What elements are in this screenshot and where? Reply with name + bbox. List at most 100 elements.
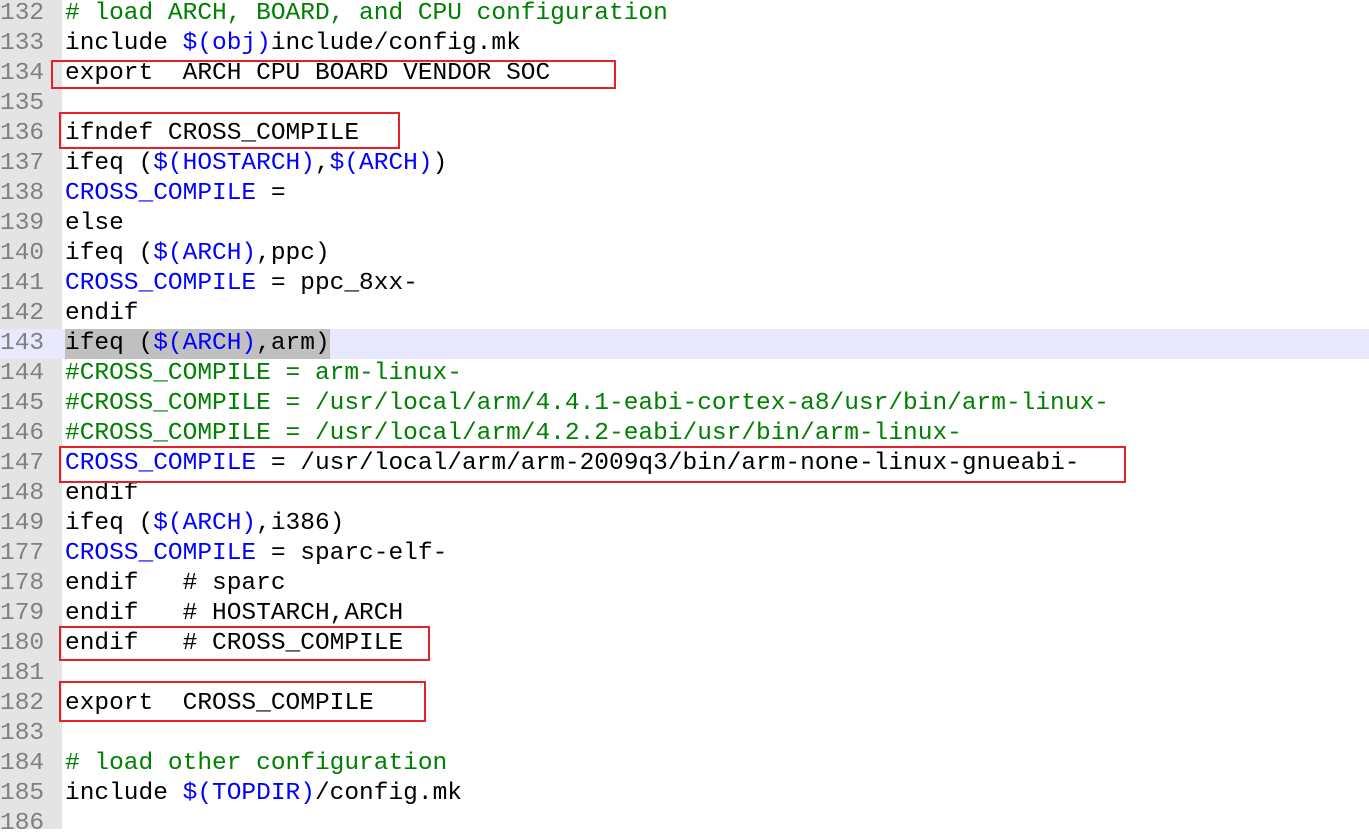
code-line[interactable]: 140 ifeq ($(ARCH),ppc) [0,239,1369,269]
code-text: export ARCH CPU BOARD VENDOR SOC [65,59,550,89]
text-token: ifeq ( [65,330,154,357]
code-text: ifeq ($(ARCH),i386) [65,509,344,539]
line-number: 180 [0,630,45,657]
variable-token: $(obj) [182,30,271,57]
line-number: 147 [0,450,45,477]
line-number: 178 [0,570,45,597]
variable-token: CROSS_COMPILE [65,450,257,477]
code-line[interactable]: 145 #CROSS_COMPILE = /usr/local/arm/4.4.1… [0,389,1369,419]
text-token: include/config.mk [270,30,521,57]
code-line[interactable]: 136 ifndef CROSS_COMPILE [0,119,1369,149]
code-line[interactable]: 139 else [0,209,1369,239]
comment-token: # load ARCH, BOARD, and CPU configuratio… [65,0,668,27]
text-token: ,arm) [256,330,330,357]
code-text: endif # sparc [65,569,286,599]
variable-token: $(TOPDIR) [182,780,315,807]
variable-token: $(ARCH) [153,330,257,357]
code-line[interactable]: 180 endif # CROSS_COMPILE [0,629,1369,659]
line-number: 181 [0,660,45,687]
code-text: endif # CROSS_COMPILE [65,629,403,659]
code-line[interactable]: 186 [0,809,1369,839]
code-text: CROSS_COMPILE = /usr/local/arm/arm-2009q… [65,449,1079,479]
code-text: ifeq ($(HOSTARCH),$(ARCH)) [65,149,447,179]
code-editor[interactable]: 132 # load ARCH, BOARD, and CPU configura… [0,0,1369,839]
code-line[interactable]: 179 endif # HOSTARCH,ARCH [0,599,1369,629]
code-line[interactable]: 134 export ARCH CPU BOARD VENDOR SOC [0,59,1369,89]
line-number: 138 [0,180,45,207]
line-number: 177 [0,540,45,567]
code-text: CROSS_COMPILE = sparc-elf- [65,539,447,569]
line-number: 183 [0,720,45,747]
text-token: include [65,780,183,807]
line-number: 139 [0,210,45,237]
line-number: 182 [0,690,45,717]
code-text: ifeq ($(ARCH),arm) [65,329,330,359]
text-token: = ppc_8xx- [256,270,418,297]
code-text: #CROSS_COMPILE = /usr/local/arm/4.2.2-ea… [65,419,962,449]
comment-token: #CROSS_COMPILE = /usr/local/arm/4.2.2-ea… [65,420,962,447]
text-token: endif [65,480,139,507]
code-line[interactable]: 143 ifeq ($(ARCH),arm) [0,329,1369,359]
code-line[interactable]: 183 [0,719,1369,749]
text-token: ,i386) [256,510,345,537]
text-token: ifeq ( [65,510,154,537]
code-line[interactable]: 181 [0,659,1369,689]
text-token: = /usr/local/arm/arm-2009q3/bin/arm-none… [256,450,1080,477]
text-token: endif # CROSS_COMPILE [65,630,404,657]
code-line[interactable]: 137 ifeq ($(HOSTARCH),$(ARCH)) [0,149,1369,179]
text-token: export CROSS_COMPILE [65,690,374,717]
text-token: = [256,180,286,207]
text-token: export ARCH CPU BOARD VENDOR SOC [65,60,551,87]
line-number: 134 [0,60,45,87]
code-line[interactable]: 177 CROSS_COMPILE = sparc-elf- [0,539,1369,569]
code-text: CROSS_COMPILE = [65,179,286,209]
code-line[interactable]: 146 #CROSS_COMPILE = /usr/local/arm/4.2.2… [0,419,1369,449]
code-line[interactable]: 148 endif [0,479,1369,509]
code-line[interactable]: 132 # load ARCH, BOARD, and CPU configura… [0,0,1369,29]
text-token: ,ppc) [256,240,330,267]
line-number: 132 [0,0,45,27]
code-text: include $(TOPDIR)/config.mk [65,779,462,809]
line-number: 143 [0,330,45,357]
variable-token: $(ARCH) [153,510,257,537]
line-number: 133 [0,30,45,57]
comment-token: #CROSS_COMPILE = /usr/local/arm/4.4.1-ea… [65,390,1109,417]
code-text: ifeq ($(ARCH),ppc) [65,239,330,269]
comment-token: # load other configuration [65,750,448,777]
text-token: endif # sparc [65,570,286,597]
code-line[interactable]: 133 include $(obj)include/config.mk [0,29,1369,59]
code-line[interactable]: 142 endif [0,299,1369,329]
line-number: 144 [0,360,45,387]
code-line[interactable]: 138 CROSS_COMPILE = [0,179,1369,209]
code-line[interactable]: 182 export CROSS_COMPILE [0,689,1369,719]
variable-token: CROSS_COMPILE [65,540,257,567]
code-line[interactable]: 147 CROSS_COMPILE = /usr/local/arm/arm-20… [0,449,1369,479]
code-line[interactable]: 178 endif # sparc [0,569,1369,599]
code-line[interactable]: 149 ifeq ($(ARCH),i386) [0,509,1369,539]
code-text: CROSS_COMPILE = ppc_8xx- [65,269,418,299]
code-text: endif [65,479,139,509]
text-token: ifeq ( [65,240,154,267]
text-token: ifndef CROSS_COMPILE [65,120,360,147]
variable-token: CROSS_COMPILE [65,180,257,207]
variable-token: CROSS_COMPILE [65,270,257,297]
line-number: 149 [0,510,45,537]
code-line[interactable]: 135 [0,89,1369,119]
code-line[interactable]: 185 include $(TOPDIR)/config.mk [0,779,1369,809]
code-text: export CROSS_COMPILE [65,689,374,719]
text-token: = sparc-elf- [256,540,448,567]
line-number: 137 [0,150,45,177]
code-line[interactable]: 141 CROSS_COMPILE = ppc_8xx- [0,269,1369,299]
text-token: else [65,210,124,237]
code-text: # load ARCH, BOARD, and CPU configuratio… [65,0,668,29]
line-number: 146 [0,420,45,447]
code-text: ifndef CROSS_COMPILE [65,119,359,149]
code-text: #CROSS_COMPILE = arm-linux- [65,359,462,389]
text-token: endif # HOSTARCH,ARCH [65,600,404,627]
code-line[interactable]: 184 # load other configuration [0,749,1369,779]
variable-token: $(ARCH) [153,240,257,267]
comment-token: #CROSS_COMPILE = arm-linux- [65,360,462,387]
code-line[interactable]: 144 #CROSS_COMPILE = arm-linux- [0,359,1369,389]
line-number: 179 [0,600,45,627]
variable-token: $(ARCH) [329,150,433,177]
